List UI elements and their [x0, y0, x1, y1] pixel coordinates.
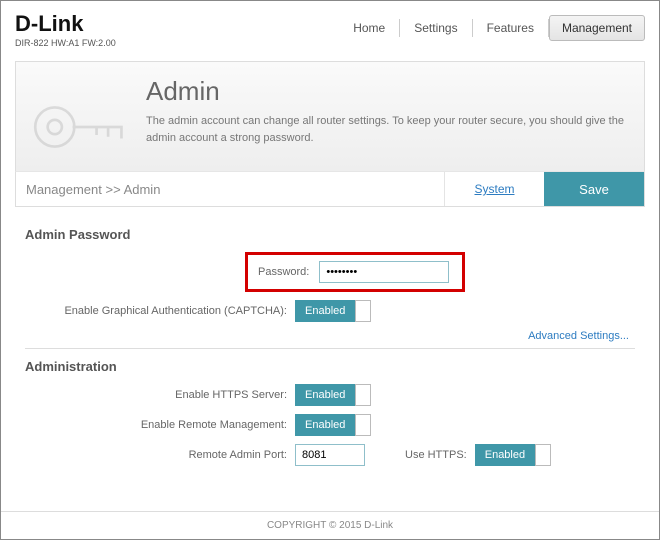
section-admin-password: Admin Password	[25, 227, 635, 242]
nav-settings[interactable]: Settings	[400, 15, 471, 41]
toggle-knob	[355, 414, 371, 436]
captcha-label: Enable Graphical Authentication (CAPTCHA…	[25, 305, 295, 317]
nav-management[interactable]: Management	[549, 15, 645, 41]
remote-mgmt-toggle[interactable]: Enabled	[295, 414, 371, 436]
toggle-state: Enabled	[295, 414, 355, 436]
top-nav: Home Settings Features Management	[339, 11, 645, 41]
toggle-knob	[355, 384, 371, 406]
https-server-toggle[interactable]: Enabled	[295, 384, 371, 406]
advanced-settings-link[interactable]: Advanced Settings...	[25, 330, 629, 342]
toggle-state: Enabled	[295, 384, 355, 406]
page-title: Admin	[146, 76, 624, 107]
breadcrumb: Management >> Admin	[16, 172, 444, 206]
brand-logo: D-Link	[15, 11, 116, 37]
toggle-knob	[535, 444, 551, 466]
remote-port-label: Remote Admin Port:	[25, 449, 295, 461]
use-https-toggle[interactable]: Enabled	[475, 444, 551, 466]
toggle-state: Enabled	[475, 444, 535, 466]
password-highlight-box: Password:	[245, 252, 465, 292]
toggle-state: Enabled	[295, 300, 355, 322]
use-https-label: Use HTTPS:	[405, 449, 475, 461]
footer-copyright: COPYRIGHT © 2015 D-Link	[1, 511, 659, 539]
page-banner: Admin The admin account can change all r…	[15, 61, 645, 171]
system-link[interactable]: System	[444, 172, 544, 206]
model-info: DIR-822 HW:A1 FW:2.00	[15, 38, 116, 48]
https-server-label: Enable HTTPS Server:	[25, 389, 295, 401]
divider	[25, 348, 635, 349]
key-icon	[22, 87, 132, 167]
nav-home[interactable]: Home	[339, 15, 399, 41]
remote-mgmt-label: Enable Remote Management:	[25, 419, 295, 431]
toggle-knob	[355, 300, 371, 322]
password-label: Password:	[258, 266, 309, 278]
nav-features[interactable]: Features	[473, 15, 548, 41]
password-input[interactable]	[319, 261, 449, 283]
remote-port-input[interactable]	[295, 444, 365, 466]
save-button[interactable]: Save	[544, 172, 644, 206]
brand: D-Link DIR-822 HW:A1 FW:2.00	[15, 11, 116, 48]
page-description: The admin account can change all router …	[146, 113, 624, 146]
section-administration: Administration	[25, 359, 635, 374]
captcha-toggle[interactable]: Enabled	[295, 300, 371, 322]
